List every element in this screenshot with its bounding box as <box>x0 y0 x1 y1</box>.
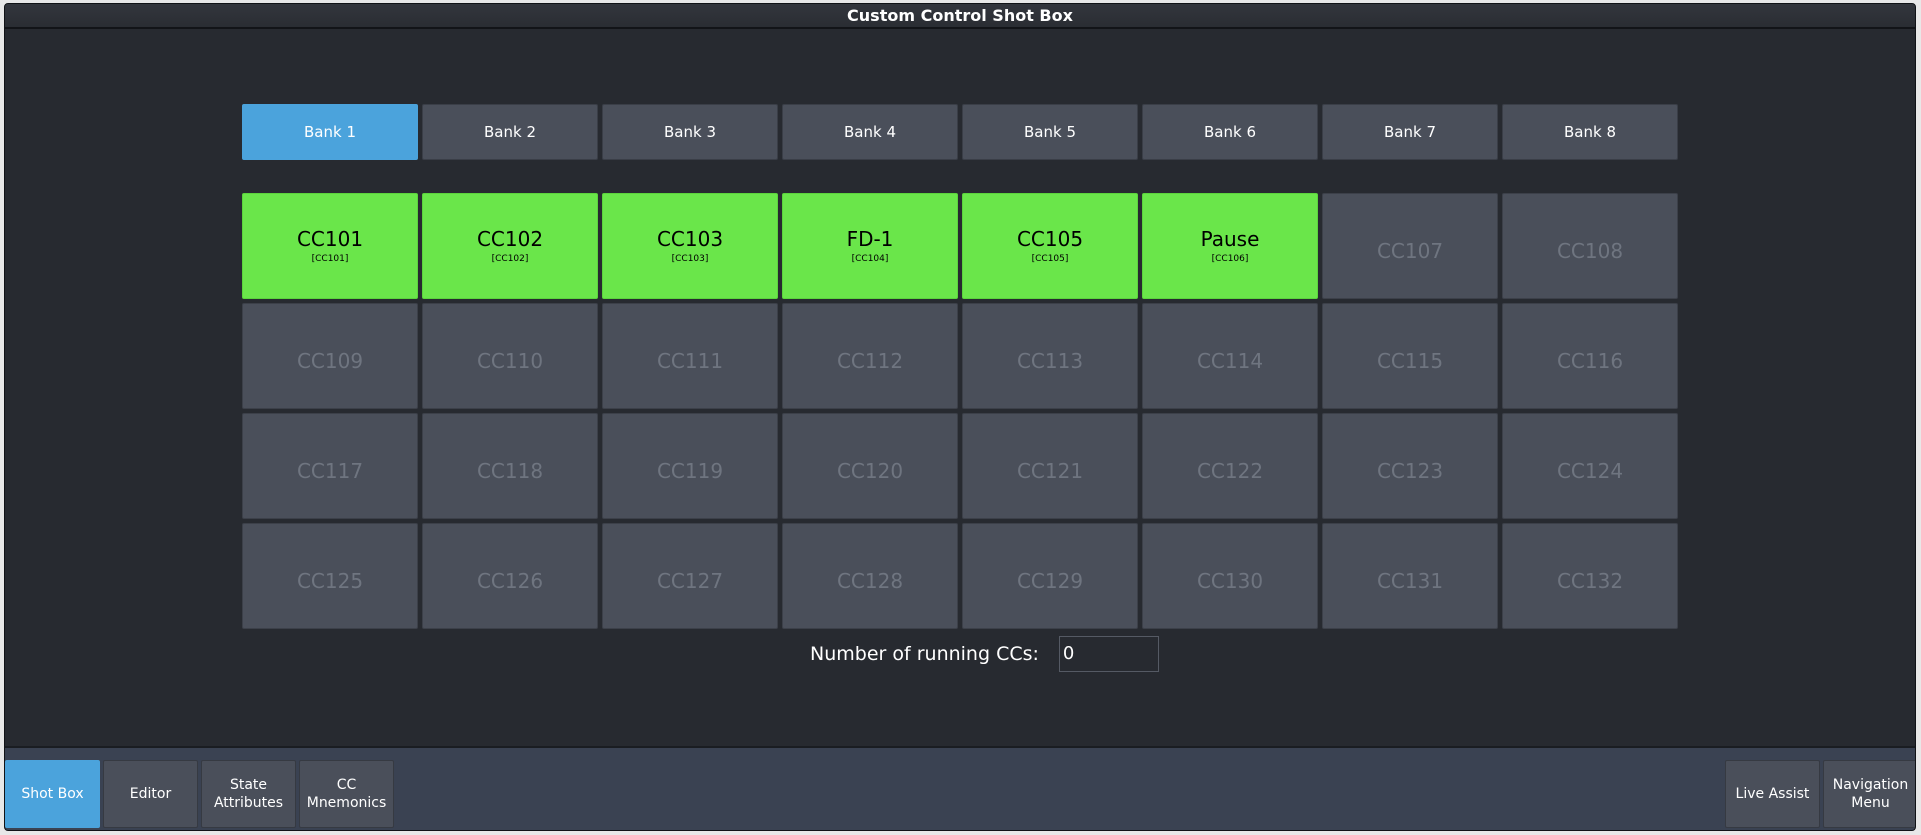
cc-button-label: CC118 <box>476 459 544 483</box>
cc-button-label: CC124 <box>1556 459 1624 483</box>
cc-button[interactable]: CC130 <box>1142 523 1318 629</box>
cc-button-label: CC120 <box>836 459 904 483</box>
cc-button[interactable]: CC103 [CC103] <box>602 193 778 299</box>
bank-2-button[interactable]: Bank 2 <box>422 104 598 160</box>
navigation-menu-button[interactable]: Navigation Menu <box>1823 760 1915 828</box>
cc-button[interactable]: FD-1 [CC104] <box>782 193 958 299</box>
cc-button[interactable]: CC118 <box>422 413 598 519</box>
cc-button-label: CC127 <box>656 569 724 593</box>
cc-button-mnemonic: [CC101] <box>311 254 349 264</box>
cc-button[interactable]: CC115 <box>1322 303 1498 409</box>
cc-button-label: CC113 <box>1016 349 1084 373</box>
cc-button[interactable]: CC102 [CC102] <box>422 193 598 299</box>
cc-button-label: CC119 <box>656 459 724 483</box>
cc-button[interactable]: CC109 <box>242 303 418 409</box>
bank-selector: Bank 1 Bank 2 Bank 3 Bank 4 Bank 5 Bank 6 Bank… <box>242 104 1678 160</box>
cc-button-label: CC111 <box>656 349 724 373</box>
cc-button-label: CC132 <box>1556 569 1624 593</box>
cc-button-label: CC103 <box>656 227 724 251</box>
cc-button[interactable]: CC107 <box>1322 193 1498 299</box>
cc-button[interactable]: CC120 <box>782 413 958 519</box>
cc-button-label: CC131 <box>1376 569 1444 593</box>
bank-7-button[interactable]: Bank 7 <box>1322 104 1498 160</box>
cc-button[interactable]: CC123 <box>1322 413 1498 519</box>
cc-button-label: CC107 <box>1376 239 1444 263</box>
cc-button[interactable]: CC124 <box>1502 413 1678 519</box>
cc-button[interactable]: CC111 <box>602 303 778 409</box>
cc-button-label: CC130 <box>1196 569 1264 593</box>
running-ccs-readout: Number of running CCs: 0 <box>810 636 1159 672</box>
cc-button[interactable]: CC131 <box>1322 523 1498 629</box>
state-attributes-button[interactable]: State Attributes <box>201 760 296 828</box>
custom-control-grid: CC101 [CC101] CC102 [CC102] CC103 [CC103] FD-1… <box>242 193 1678 629</box>
cc-button-label: CC105 <box>1016 227 1084 251</box>
bank-1-button[interactable]: Bank 1 <box>242 104 418 160</box>
cc-button-label: CC122 <box>1196 459 1264 483</box>
cc-button[interactable]: CC121 <box>962 413 1138 519</box>
cc-button-label: CC123 <box>1376 459 1444 483</box>
cc-button-label: CC125 <box>296 569 364 593</box>
bank-6-button[interactable]: Bank 6 <box>1142 104 1318 160</box>
cc-button[interactable]: CC132 <box>1502 523 1678 629</box>
cc-button-label: CC126 <box>476 569 544 593</box>
cc-button[interactable]: Pause [CC106] <box>1142 193 1318 299</box>
cc-button-label: CC121 <box>1016 459 1084 483</box>
running-ccs-count-field: 0 <box>1058 636 1159 672</box>
shot-box-window: Custom Control Shot Box Bank 1 Bank 2 Bank… <box>4 3 1916 831</box>
cc-button[interactable]: CC116 <box>1502 303 1678 409</box>
cc-button-label: CC116 <box>1556 349 1624 373</box>
cc-button-mnemonic: [CC105] <box>1031 254 1069 264</box>
cc-button-label: CC112 <box>836 349 904 373</box>
cc-button[interactable]: CC108 <box>1502 193 1678 299</box>
cc-button[interactable]: CC122 <box>1142 413 1318 519</box>
cc-button-mnemonic: [CC106] <box>1211 254 1249 264</box>
bank-3-button[interactable]: Bank 3 <box>602 104 778 160</box>
cc-button[interactable]: CC129 <box>962 523 1138 629</box>
cc-button-label: CC128 <box>836 569 904 593</box>
live-assist-button[interactable]: Live Assist <box>1725 760 1820 828</box>
cc-button[interactable]: CC112 <box>782 303 958 409</box>
running-ccs-label: Number of running CCs: <box>810 643 1039 665</box>
cc-button[interactable]: CC101 [CC101] <box>242 193 418 299</box>
bank-5-button[interactable]: Bank 5 <box>962 104 1138 160</box>
cc-button-label: CC108 <box>1556 239 1624 263</box>
cc-mnemonics-button[interactable]: CC Mnemonics <box>299 760 394 828</box>
cc-button-label: CC101 <box>296 227 364 251</box>
cc-button[interactable]: CC127 <box>602 523 778 629</box>
cc-button-mnemonic: [CC103] <box>671 254 709 264</box>
cc-button[interactable]: CC117 <box>242 413 418 519</box>
cc-button-label: CC129 <box>1016 569 1084 593</box>
cc-button-label: CC110 <box>476 349 544 373</box>
cc-button-mnemonic: [CC104] <box>851 254 889 264</box>
cc-button-label: CC114 <box>1196 349 1264 373</box>
cc-button-mnemonic: [CC102] <box>491 254 529 264</box>
cc-button-label: CC102 <box>476 227 544 251</box>
footer-nav: Shot Box Editor State Attributes CC Mnemoni… <box>5 746 1915 830</box>
shot-box-button[interactable]: Shot Box <box>5 760 100 828</box>
window-title: Custom Control Shot Box <box>5 4 1915 29</box>
cc-button-label: CC117 <box>296 459 364 483</box>
cc-button-label: CC115 <box>1376 349 1444 373</box>
editor-button[interactable]: Editor <box>103 760 198 828</box>
cc-button[interactable]: CC126 <box>422 523 598 629</box>
bank-8-button[interactable]: Bank 8 <box>1502 104 1678 160</box>
cc-button[interactable]: CC110 <box>422 303 598 409</box>
cc-button-label: FD-1 <box>846 227 894 251</box>
cc-button[interactable]: CC114 <box>1142 303 1318 409</box>
cc-button-label: Pause <box>1200 227 1260 251</box>
cc-button[interactable]: CC119 <box>602 413 778 519</box>
cc-button[interactable]: CC125 <box>242 523 418 629</box>
cc-button-label: CC109 <box>296 349 364 373</box>
cc-button[interactable]: CC113 <box>962 303 1138 409</box>
bank-4-button[interactable]: Bank 4 <box>782 104 958 160</box>
cc-button[interactable]: CC105 [CC105] <box>962 193 1138 299</box>
cc-button[interactable]: CC128 <box>782 523 958 629</box>
